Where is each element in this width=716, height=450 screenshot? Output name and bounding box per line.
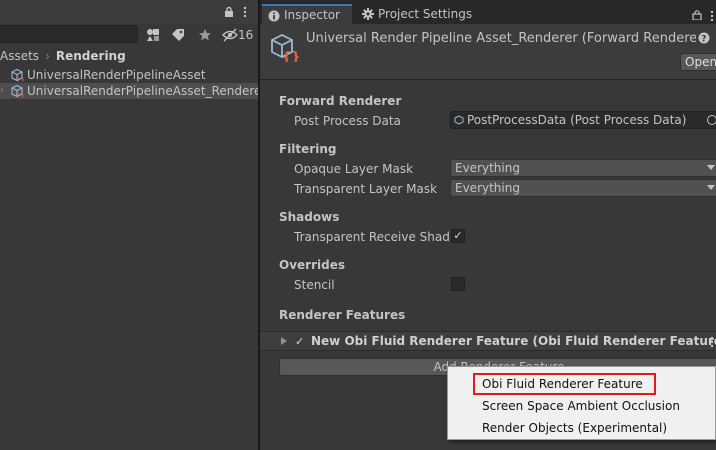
info-icon	[268, 10, 280, 22]
dropdown-value: Everything	[455, 161, 520, 175]
foldout-arrow-icon[interactable]	[281, 337, 287, 345]
hidden-count: 16	[238, 28, 254, 42]
more-menu-icon[interactable]	[243, 6, 247, 18]
lock-icon[interactable]	[224, 6, 234, 18]
inspector-header: {} Universal Render Pipeline Asset_Rende…	[260, 24, 716, 80]
section-overrides: Overrides	[279, 258, 345, 272]
help-icon[interactable]: ?	[698, 32, 710, 44]
stencil-checkbox[interactable]	[451, 277, 465, 291]
inspector-title: Universal Render Pipeline Asset_Renderer…	[306, 31, 696, 46]
post-process-label: Post Process Data	[294, 114, 401, 128]
breadcrumb: Assets › Rendering	[0, 47, 258, 65]
tab-label: Inspector	[284, 8, 340, 22]
project-panel: 16 Assets › Rendering {} UniversalRenderPi…	[0, 0, 266, 450]
tab-label: Project Settings	[378, 7, 473, 21]
svg-text:?: ?	[701, 35, 706, 45]
asset-row[interactable]: {} UniversalRenderPipelineAsset	[0, 67, 258, 83]
gear-icon	[362, 8, 374, 20]
post-process-data-field[interactable]: PostProcessData (Post Process Data)	[450, 111, 716, 129]
renderer-feature-row[interactable]: ✓ New Obi Fluid Renderer Feature (Obi Fl…	[260, 331, 716, 351]
svg-text:{}: {}	[16, 92, 24, 98]
dropdown-value: Everything	[455, 181, 520, 195]
menu-item-obi-fluid[interactable]: Obi Fluid Renderer Feature	[482, 376, 643, 392]
label-tag-icon[interactable]	[169, 26, 187, 44]
receive-shadows-label: Transparent Receive Shado	[294, 230, 449, 244]
search-input[interactable]	[0, 25, 138, 43]
chevron-down-icon	[707, 185, 715, 190]
menu-item-ssao[interactable]: Screen Space Ambient Occlusion	[482, 398, 680, 414]
breadcrumb-rendering[interactable]: Rendering	[56, 49, 126, 63]
feature-label: New Obi Fluid Renderer Feature (Obi Flui…	[311, 334, 716, 348]
object-picker-icon[interactable]	[707, 115, 716, 125]
asset-label: UniversalRenderPipelineAsset	[27, 68, 206, 82]
tab-project-settings[interactable]: Project Settings	[356, 4, 476, 24]
more-menu-icon[interactable]	[710, 10, 714, 22]
section-shadows: Shadows	[279, 210, 340, 224]
opaque-layer-mask-dropdown[interactable]: Everything	[450, 159, 716, 177]
tab-bar: Inspector Project Settings	[260, 0, 716, 24]
post-process-value: PostProcessData (Post Process Data)	[467, 113, 687, 127]
unity-editor: 16 Assets › Rendering {} UniversalRenderPi…	[0, 0, 716, 450]
section-filtering: Filtering	[279, 142, 337, 156]
tab-inspector[interactable]: Inspector	[262, 4, 352, 24]
feature-enabled-checkbox[interactable]: ✓	[295, 335, 304, 348]
transparent-layer-mask-dropdown[interactable]: Everything	[450, 179, 716, 197]
asset-label: UniversalRenderPipelineAsset_Renderer	[27, 84, 267, 98]
urp-renderer-asset-icon: {}	[11, 84, 24, 98]
asset-row-selected[interactable]: › {} UniversalRenderPipelineAsset_Render…	[0, 83, 266, 99]
svg-text:{}: {}	[282, 50, 299, 62]
lock-icon[interactable]	[692, 10, 702, 20]
urp-asset-icon: {}	[11, 68, 24, 82]
section-renderer-features: Renderer Features	[279, 308, 406, 322]
renderer-feature-menu: Obi Fluid Renderer Feature Screen Space …	[447, 366, 716, 440]
menu-item-render-objects[interactable]: Render Objects (Experimental)	[482, 420, 667, 436]
chevron-right-icon: ›	[45, 49, 50, 63]
project-topbar	[0, 0, 258, 24]
more-menu-icon[interactable]	[710, 336, 714, 348]
transparent-layer-mask-label: Transparent Layer Mask	[294, 182, 438, 196]
opaque-layer-mask-label: Opaque Layer Mask	[294, 162, 414, 176]
open-button[interactable]: Open	[680, 53, 716, 71]
receive-shadows-checkbox[interactable]: ✓	[451, 229, 465, 243]
expand-arrow-icon[interactable]: ›	[0, 83, 4, 99]
favorites-star-icon[interactable]	[196, 26, 214, 44]
chevron-down-icon	[707, 165, 715, 170]
breadcrumb-assets[interactable]: Assets	[0, 49, 39, 63]
scriptable-object-icon	[454, 115, 464, 125]
section-forward-renderer: Forward Renderer	[279, 94, 402, 108]
hidden-eye-icon[interactable]	[221, 26, 239, 44]
filter-by-type-icon[interactable]	[144, 26, 162, 44]
stencil-label: Stencil	[294, 278, 335, 292]
urp-renderer-asset-icon: {}	[271, 33, 299, 62]
svg-text:{}: {}	[16, 76, 24, 82]
